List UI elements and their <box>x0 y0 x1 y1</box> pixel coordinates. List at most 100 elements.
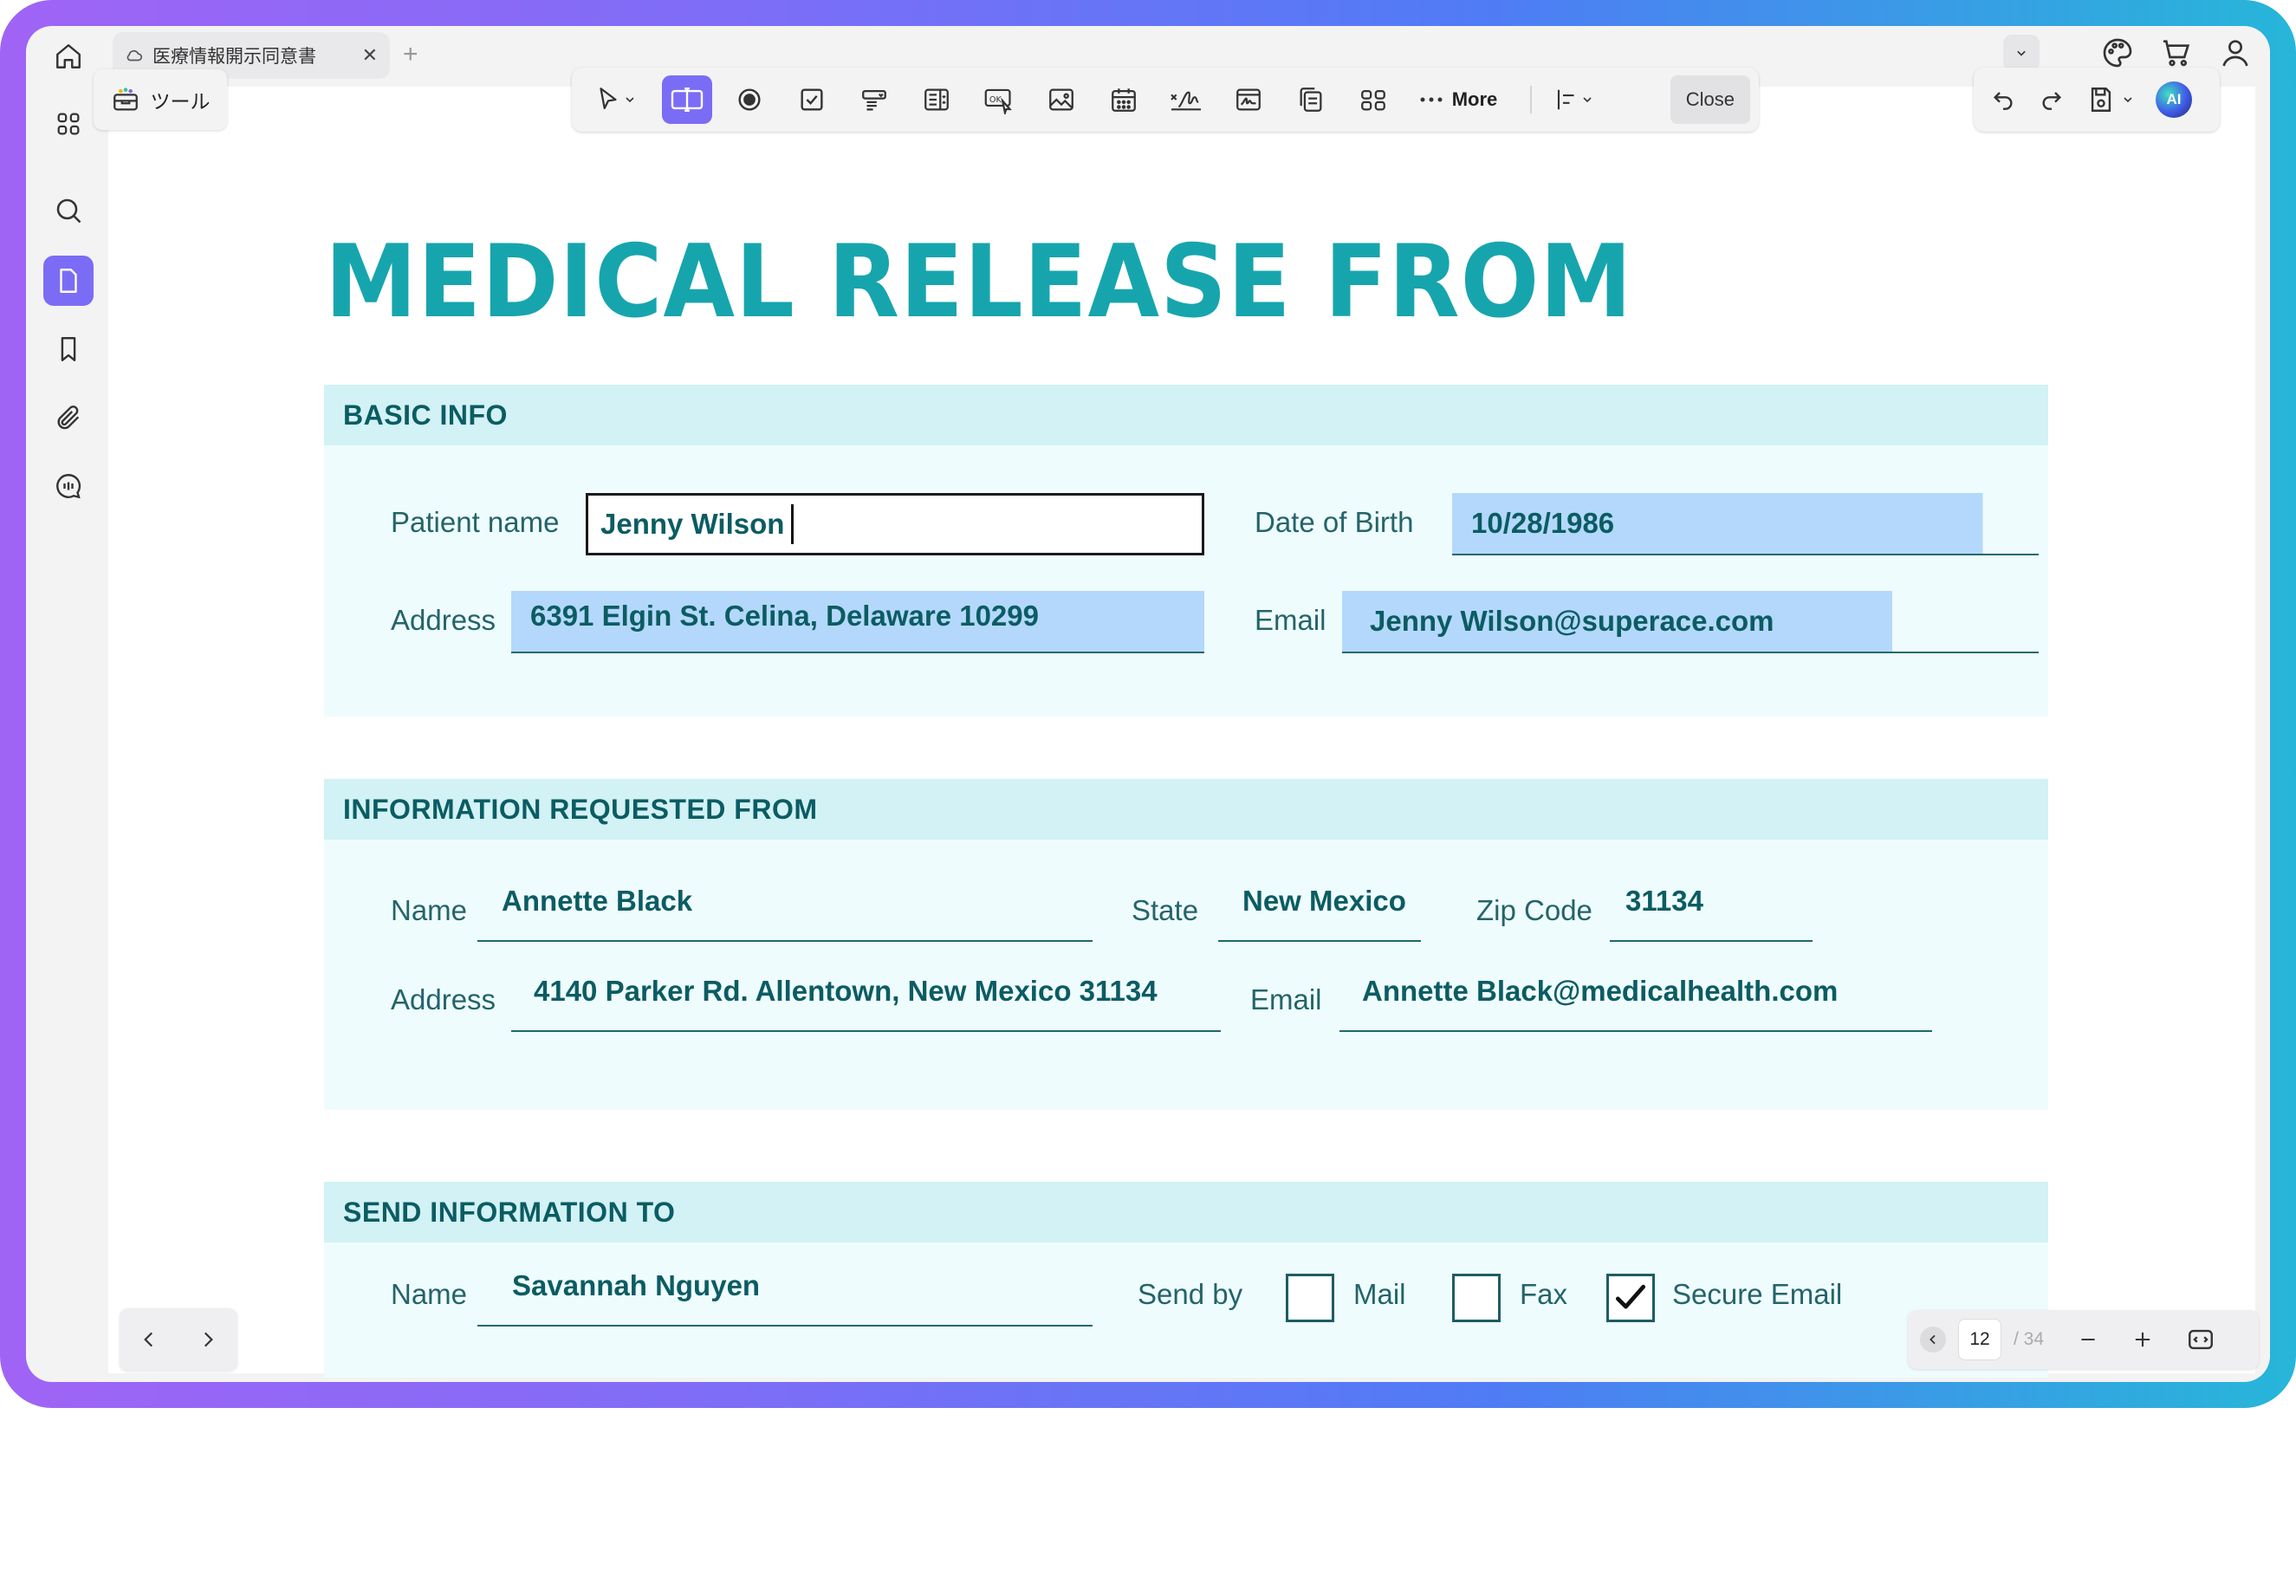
more-label: More <box>1451 88 1498 110</box>
previous-page-icon[interactable] <box>138 1328 160 1351</box>
tab-title: 医療情報開示同意書 <box>152 47 316 67</box>
document-title: MEDICAL RELEASE FROM <box>325 224 1633 341</box>
requested-name-field[interactable]: Annette Black <box>477 879 1093 942</box>
address-field[interactable]: 6391 Elgin St. Celina, Delaware 10299 <box>511 591 1204 653</box>
state-value: New Mexico <box>1242 885 1406 917</box>
combo-box-tool-button[interactable] <box>849 75 899 124</box>
patient-name-label: Patient name <box>391 506 560 538</box>
new-tab-button[interactable]: + <box>403 42 418 68</box>
email-value: Jenny Wilson@superace.com <box>1370 605 1774 637</box>
select-tool-button[interactable] <box>580 75 650 124</box>
fit-width-icon[interactable] <box>2186 1325 2215 1354</box>
tabs-dropdown-button[interactable] <box>2003 35 2040 71</box>
page-icon <box>60 269 77 293</box>
close-form-editing-button[interactable]: Close <box>1670 75 1750 124</box>
comment-icon <box>56 474 81 499</box>
top-right-actions <box>2003 35 2253 71</box>
duplicate-tool-button[interactable] <box>1286 75 1336 124</box>
email-label: Email <box>1255 604 1326 636</box>
palette-icon[interactable] <box>2100 36 2135 70</box>
page-nav-buttons <box>120 1308 237 1371</box>
section-heading: SEND INFORMATION TO <box>343 1196 676 1228</box>
patient-name-field[interactable]: Jenny Wilson <box>586 493 1204 555</box>
cursor-icon <box>600 88 617 110</box>
user-icon[interactable] <box>2218 36 2253 70</box>
name-label: Name <box>391 894 468 926</box>
requested-name-value: Annette Black <box>502 885 693 917</box>
toolbox-icon <box>113 88 138 111</box>
home-button[interactable] <box>50 38 87 75</box>
save-menu-button[interactable] <box>2086 85 2135 114</box>
requested-email-field[interactable]: Annette Black@medicalhealth.com <box>1339 970 1932 1032</box>
undo-icon[interactable] <box>1989 86 2017 114</box>
requested-address-field[interactable]: 4140 Parker Rd. Allentown, New Mexico 31… <box>511 970 1221 1032</box>
text-field-tool-button[interactable] <box>662 75 712 124</box>
checkmark-icon <box>1615 1284 1646 1309</box>
push-button-icon: OK <box>984 88 1012 114</box>
left-sidebar <box>26 87 104 1382</box>
dob-field[interactable]: 10/28/1986 <box>1452 493 2039 555</box>
more-button[interactable]: More <box>1411 75 1506 124</box>
page-zoom-controls: 12 / 34 <box>1908 1310 2259 1369</box>
send-to-name-value: Savannah Nguyen <box>512 1269 761 1301</box>
email-label: Email <box>1250 983 1322 1015</box>
fax-checkbox[interactable] <box>1452 1274 1501 1322</box>
sidebar-item-comments[interactable] <box>43 461 94 511</box>
chevron-left-icon <box>1930 1334 1936 1345</box>
tools-label: ツール <box>150 90 211 113</box>
address-label: Address <box>391 604 496 636</box>
zoom-in-icon[interactable] <box>2131 1327 2155 1352</box>
mail-checkbox[interactable] <box>1286 1274 1334 1322</box>
paperclip-icon <box>57 405 80 430</box>
section-header: SEND INFORMATION TO <box>324 1182 2048 1242</box>
sidebar-item-search[interactable] <box>43 185 94 236</box>
state-field[interactable]: New Mexico <box>1218 879 1421 942</box>
list-box-tool-button[interactable] <box>911 75 962 124</box>
checkbox-icon <box>801 88 823 111</box>
page-number-input[interactable]: 12 <box>1958 1319 2001 1360</box>
digital-signature-tool-button[interactable] <box>1223 75 1274 124</box>
digital-signature-icon <box>1236 88 1261 111</box>
cloud-icon <box>126 49 143 62</box>
section-basic-info: BASIC INFO Patient name Jenny Wilson Dat… <box>324 385 2048 717</box>
sidebar-item-bookmarks[interactable] <box>43 324 94 374</box>
address-value: 6391 Elgin St. Celina, Delaware 10299 <box>530 600 1039 632</box>
email-field[interactable]: Jenny Wilson@superace.com <box>1342 591 2039 653</box>
send-to-name-field[interactable]: Savannah Nguyen <box>477 1264 1093 1327</box>
radio-tool-button[interactable] <box>724 75 775 124</box>
text-caret <box>791 504 795 544</box>
button-tool-button[interactable]: OK <box>974 75 1024 124</box>
dob-label: Date of Birth <box>1255 506 1414 538</box>
checkbox-tool-button[interactable] <box>787 75 837 124</box>
sidebar-item-thumbnails[interactable] <box>43 99 94 149</box>
more-dots-icon <box>1420 97 1443 102</box>
section-header: INFORMATION REQUESTED FROM <box>324 779 2048 840</box>
date-field-tool-button[interactable] <box>1099 75 1149 124</box>
image-field-tool-button[interactable] <box>1036 75 1086 124</box>
section-heading: BASIC INFO <box>343 399 508 431</box>
sidebar-item-pages[interactable] <box>43 256 94 306</box>
signature-icon <box>1171 91 1201 111</box>
collapse-button[interactable] <box>1920 1327 1946 1353</box>
page-total: / 34 <box>2014 1329 2045 1349</box>
grid-icon <box>57 113 80 135</box>
text-field-icon <box>671 88 704 112</box>
tab-close-icon[interactable]: ✕ <box>362 44 378 67</box>
sidebar-item-attachments[interactable] <box>43 393 94 443</box>
tools-button[interactable]: ツール <box>94 69 227 130</box>
section-header: BASIC INFO <box>324 385 2048 445</box>
next-page-icon[interactable] <box>197 1328 219 1351</box>
arrange-tool-button[interactable] <box>1348 75 1398 124</box>
ai-assistant-button[interactable]: AI <box>2156 81 2192 118</box>
redo-icon[interactable] <box>2038 86 2066 114</box>
fax-option-label: Fax <box>1520 1278 1568 1310</box>
signature-tool-button[interactable] <box>1161 75 1211 124</box>
zoom-out-icon[interactable] <box>2077 1328 2099 1351</box>
cart-icon[interactable] <box>2159 36 2194 70</box>
list-box-icon <box>924 88 949 111</box>
mail-option-label: Mail <box>1353 1278 1406 1310</box>
align-tool-button[interactable] <box>1544 75 1605 124</box>
secure-email-checkbox[interactable] <box>1606 1274 1655 1322</box>
zip-code-field[interactable]: 31134 <box>1610 879 1813 942</box>
image-icon <box>1049 88 1073 111</box>
